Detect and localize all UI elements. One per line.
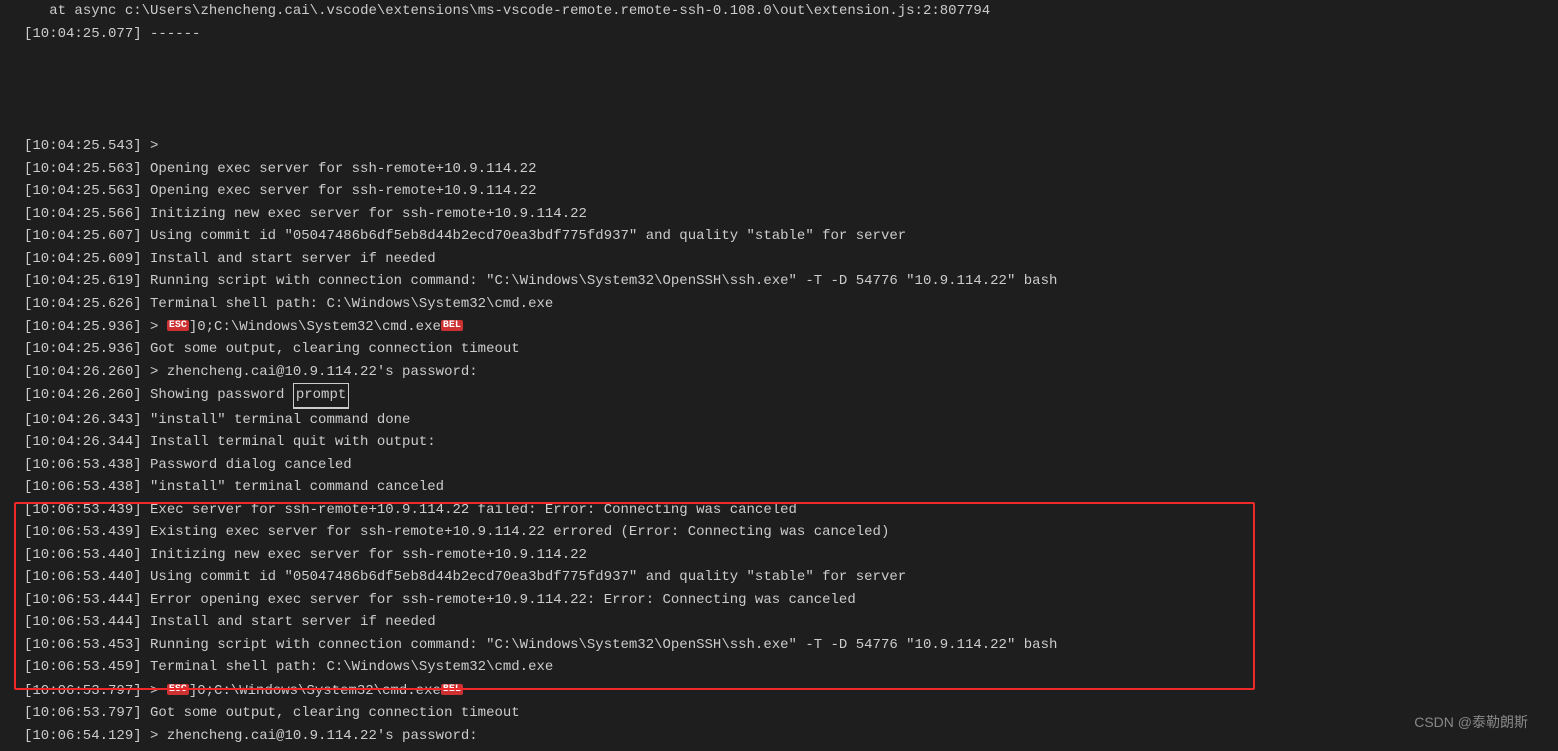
log-line: [10:06:53.439] Existing exec server for … [0,521,1558,544]
text-cursor-highlight: prompt [293,383,349,409]
log-line: [10:04:25.563] Opening exec server for s… [0,158,1558,181]
log-line: [10:06:53.438] Password dialog canceled [0,454,1558,477]
log-line: [10:04:26.344] Install terminal quit wit… [0,431,1558,454]
log-line: [10:06:53.440] Using commit id "05047486… [0,566,1558,589]
log-line: [10:06:53.444] Install and start server … [0,611,1558,634]
blank-line [0,113,1558,136]
log-line: [10:04:25.936] Got some output, clearing… [0,338,1558,361]
log-line: [10:06:53.438] "install" terminal comman… [0,476,1558,499]
blank-line [0,90,1558,113]
terminal-output[interactable]: at async c:\Users\zhencheng.cai\.vscode\… [0,0,1558,747]
log-line-esc: [10:04:25.936] > ESC]0;C:\Windows\System… [0,315,1558,338]
esc-control-icon: ESC [167,320,189,331]
log-line: [10:04:25.543] > [0,135,1558,158]
log-line: [10:04:25.566] Initizing new exec server… [0,203,1558,226]
watermark-text: CSDN @泰勒朗斯 [1414,711,1528,734]
log-line: [10:06:53.459] Terminal shell path: C:\W… [0,656,1558,679]
log-line: [10:04:26.260] > zhencheng.cai@10.9.114.… [0,361,1558,384]
log-line: [10:06:53.439] Exec server for ssh-remot… [0,499,1558,522]
log-line: [10:04:25.563] Opening exec server for s… [0,180,1558,203]
log-line: [10:06:54.129] > zhencheng.cai@10.9.114.… [0,725,1558,748]
log-line: [10:04:25.077] ------ [0,23,1558,46]
bel-control-icon: BEL [441,320,463,331]
log-line: [10:04:26.343] "install" terminal comman… [0,409,1558,432]
blank-line [0,68,1558,91]
log-line: [10:04:25.607] Using commit id "05047486… [0,225,1558,248]
log-line-esc: [10:06:53.797] > ESC]0;C:\Windows\System… [0,679,1558,702]
log-line-prompt: [10:04:26.260] Showing password prompt [0,383,1558,409]
log-line: [10:04:25.609] Install and start server … [0,248,1558,271]
log-line: [10:06:53.440] Initizing new exec server… [0,544,1558,567]
log-line: [10:06:53.453] Running script with conne… [0,634,1558,657]
bel-control-icon: BEL [441,684,463,695]
esc-control-icon: ESC [167,684,189,695]
log-line: at async c:\Users\zhencheng.cai\.vscode\… [0,0,1558,23]
log-line: [10:04:25.626] Terminal shell path: C:\W… [0,293,1558,316]
log-line: [10:06:53.444] Error opening exec server… [0,589,1558,612]
blank-line [0,45,1558,68]
log-line: [10:04:25.619] Running script with conne… [0,270,1558,293]
log-line: [10:06:53.797] Got some output, clearing… [0,702,1558,725]
